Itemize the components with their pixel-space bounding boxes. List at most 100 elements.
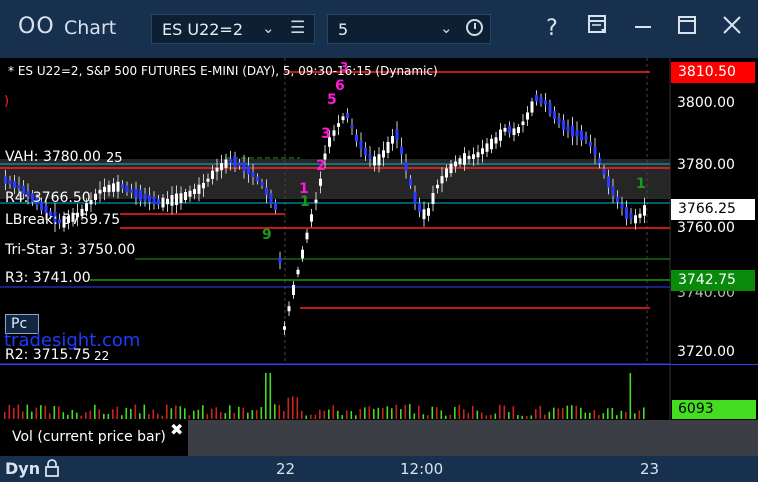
candle-body — [148, 195, 151, 203]
candle-body — [188, 190, 192, 197]
marker-green: 9 — [262, 227, 272, 243]
chevron-down-icon[interactable]: ⌄ — [440, 19, 453, 37]
volume-indicator-label: Vol (current price bar) — [12, 429, 166, 445]
candle-body — [503, 127, 507, 132]
candle-body — [571, 125, 574, 137]
candle-body — [314, 199, 318, 203]
volume-bar — [548, 411, 551, 419]
double-circle-icon[interactable]: OO — [18, 14, 55, 39]
volume-bar — [445, 415, 447, 419]
candle-body — [265, 187, 268, 196]
volume-pane[interactable]: 6093 — [0, 364, 758, 421]
volume-bar — [278, 404, 281, 419]
candle-body — [643, 205, 646, 216]
volume-bar — [436, 407, 438, 419]
candle-body — [607, 176, 610, 188]
lock-icon[interactable] — [44, 458, 60, 478]
volume-bar — [481, 412, 483, 419]
candle-body — [346, 113, 349, 118]
candle-body — [125, 185, 129, 193]
candle-body — [638, 213, 642, 218]
volume-bar — [377, 407, 380, 419]
current-price-badge: 3766.25 — [671, 199, 755, 220]
volume-bar — [355, 415, 357, 419]
volume-bar — [287, 397, 290, 419]
candle-body — [422, 209, 426, 220]
candle-body — [184, 192, 187, 200]
template-icon[interactable] — [583, 14, 613, 44]
volume-bar — [620, 410, 623, 419]
candle-body — [301, 249, 304, 259]
dyn-label[interactable]: Dyn — [5, 459, 40, 478]
volume-bar — [400, 409, 402, 419]
price-chart[interactable]: * ES U22=2, S&P 500 FUTURES E-MINI (DAY)… — [0, 58, 758, 364]
candle-body — [553, 111, 556, 119]
volume-bar — [517, 415, 519, 419]
volume-bar — [359, 408, 362, 419]
remove-indicator-icon[interactable]: ✖ — [170, 420, 183, 439]
volume-bar — [413, 413, 416, 419]
volume-bar — [638, 410, 641, 419]
volume-bar — [202, 405, 204, 419]
volume-bar — [184, 408, 186, 419]
volume-bar — [643, 407, 645, 419]
volume-bar — [602, 413, 605, 419]
r2-suffix: 22 — [94, 349, 110, 363]
candle-body — [539, 96, 543, 104]
candle-body — [386, 141, 390, 153]
volume-bar — [418, 405, 420, 419]
volume-bar — [44, 405, 47, 419]
volume-bar — [238, 406, 240, 419]
candle-body — [98, 189, 102, 194]
candle-body — [521, 121, 525, 126]
volume-bar — [148, 414, 150, 419]
volume-bar — [427, 415, 429, 419]
close-icon[interactable] — [717, 14, 747, 44]
maximize-icon[interactable] — [672, 14, 702, 44]
candle-body — [355, 134, 358, 142]
volume-bar — [35, 407, 38, 419]
price-tick: 3760.00 — [677, 220, 735, 236]
candle-body — [247, 165, 250, 175]
candle-body — [602, 168, 606, 175]
volume-bar — [328, 409, 330, 419]
volume-bar — [571, 405, 573, 419]
candle-body — [152, 196, 156, 204]
volume-bar — [373, 408, 375, 419]
candle-body — [242, 161, 246, 172]
price-tick: 3780.00 — [677, 157, 735, 173]
list-icon[interactable]: ☰ — [290, 18, 305, 38]
chevron-down-icon[interactable]: ⌄ — [262, 19, 275, 37]
volume-bar — [283, 411, 285, 419]
candle-body — [593, 146, 597, 155]
volume-bar — [107, 413, 110, 419]
volume-bar — [242, 407, 245, 419]
candle-body — [179, 193, 183, 203]
candle-body — [175, 193, 178, 205]
volume-bar — [607, 408, 609, 419]
volume-bar — [598, 414, 600, 419]
candle-body — [4, 176, 7, 184]
candle-body — [296, 269, 300, 275]
clock-icon[interactable] — [466, 19, 483, 36]
candle-body — [229, 158, 232, 163]
volume-bar — [265, 373, 267, 419]
volume-bar — [103, 413, 105, 419]
candle-body — [449, 163, 453, 174]
volume-bar — [395, 404, 398, 419]
volume-bar — [80, 415, 83, 419]
symbol-value: ES U22=2 — [162, 20, 244, 39]
symbol-selector[interactable]: ES U22=2 ⌄ ☰ — [151, 14, 315, 44]
candle-body — [211, 170, 214, 179]
interval-selector[interactable]: 5 ⌄ — [327, 14, 491, 44]
marker-green: 1 — [636, 176, 646, 192]
volume-bar — [125, 407, 128, 419]
volume-bar — [458, 404, 461, 419]
help-icon[interactable]: ? — [537, 14, 567, 44]
minimize-icon[interactable] — [628, 14, 658, 44]
volume-bar — [292, 396, 294, 419]
candle-body — [589, 141, 592, 147]
volume-bar — [274, 404, 276, 419]
candle-body — [611, 185, 615, 197]
interval-value: 5 — [338, 20, 349, 39]
